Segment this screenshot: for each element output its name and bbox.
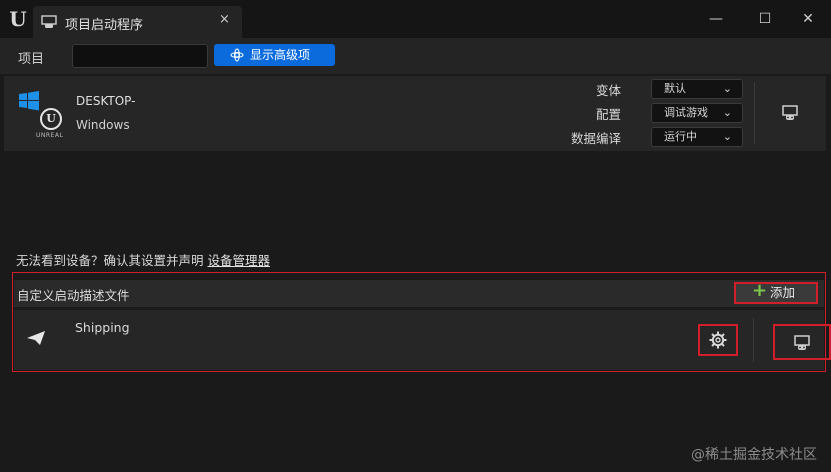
profile-launch-button[interactable] <box>773 324 831 360</box>
paper-plane-icon <box>27 331 45 345</box>
windows-logo-icon <box>19 91 39 111</box>
data-cook-value: 运行中 <box>664 130 697 143</box>
device-help-text: 无法看到设备？确认其设置并声明 设备管理器 <box>16 250 270 269</box>
advanced-gear-icon <box>230 48 244 62</box>
project-label: 项目 <box>18 52 45 67</box>
profile-name: Shipping <box>75 320 130 335</box>
device-platform: Windows <box>76 118 130 132</box>
add-profile-button[interactable]: + 添加 <box>734 282 818 304</box>
unreal-text: UNREAL <box>36 132 64 139</box>
unreal-badge-icon: U <box>40 108 62 130</box>
data-cook-select[interactable]: 运行中 ⌄ <box>651 127 743 147</box>
title-bar: U 项目启动程序 × — ☐ ✕ <box>0 0 831 38</box>
config-label: 配置 <box>595 107 621 122</box>
device-panel: U UNREAL DESKTOP- Windows 变体 默认 ⌄ 配置 调试游… <box>4 76 826 151</box>
config-value: 调试游戏 <box>664 106 708 119</box>
config-select[interactable]: 调试游戏 ⌄ <box>651 103 743 123</box>
project-input[interactable] <box>72 44 208 68</box>
data-cook-label: 数据编译 <box>570 131 621 146</box>
device-name: DESKTOP- <box>76 94 136 108</box>
close-window-button[interactable]: ✕ <box>797 8 819 30</box>
custom-profiles-title: 自定义启动描述文件 <box>17 288 130 303</box>
device-manager-link[interactable]: 设备管理器 <box>207 253 270 268</box>
tab-project-launcher[interactable]: 项目启动程序 × <box>33 6 242 38</box>
profile-row[interactable]: Shipping <box>14 310 831 370</box>
show-advanced-label: 显示高级项 <box>250 48 311 62</box>
watermark: @稀土掘金技术社区 <box>691 447 817 463</box>
gear-icon <box>709 331 727 349</box>
profile-settings-button[interactable] <box>698 324 738 356</box>
chevron-down-icon: ⌄ <box>722 130 732 143</box>
chevron-down-icon: ⌄ <box>722 106 732 119</box>
minimize-button[interactable]: — <box>705 8 727 30</box>
show-advanced-button[interactable]: 显示高级项 <box>214 44 335 66</box>
variant-value: 默认 <box>664 82 686 95</box>
launch-device-icon[interactable] <box>781 104 799 122</box>
unreal-logo-icon: U <box>9 7 27 31</box>
help-text: 无法看到设备？确认其设置并声明 <box>16 253 208 268</box>
toolbar: 项目 显示高级项 <box>0 38 831 74</box>
divider <box>754 82 755 144</box>
launch-device-icon <box>41 15 57 28</box>
add-profile-label: 添加 <box>770 285 796 300</box>
custom-profiles-header: 自定义启动描述文件 + 添加 <box>14 280 824 307</box>
launch-device-icon <box>794 335 810 350</box>
variant-label: 变体 <box>595 83 621 98</box>
maximize-button[interactable]: ☐ <box>754 8 776 30</box>
chevron-down-icon: ⌄ <box>722 82 732 95</box>
tab-title: 项目启动程序 <box>65 18 144 33</box>
divider <box>753 318 754 362</box>
plus-icon: + <box>752 280 768 301</box>
tab-close-icon[interactable]: × <box>219 12 230 27</box>
variant-select[interactable]: 默认 ⌄ <box>651 79 743 99</box>
